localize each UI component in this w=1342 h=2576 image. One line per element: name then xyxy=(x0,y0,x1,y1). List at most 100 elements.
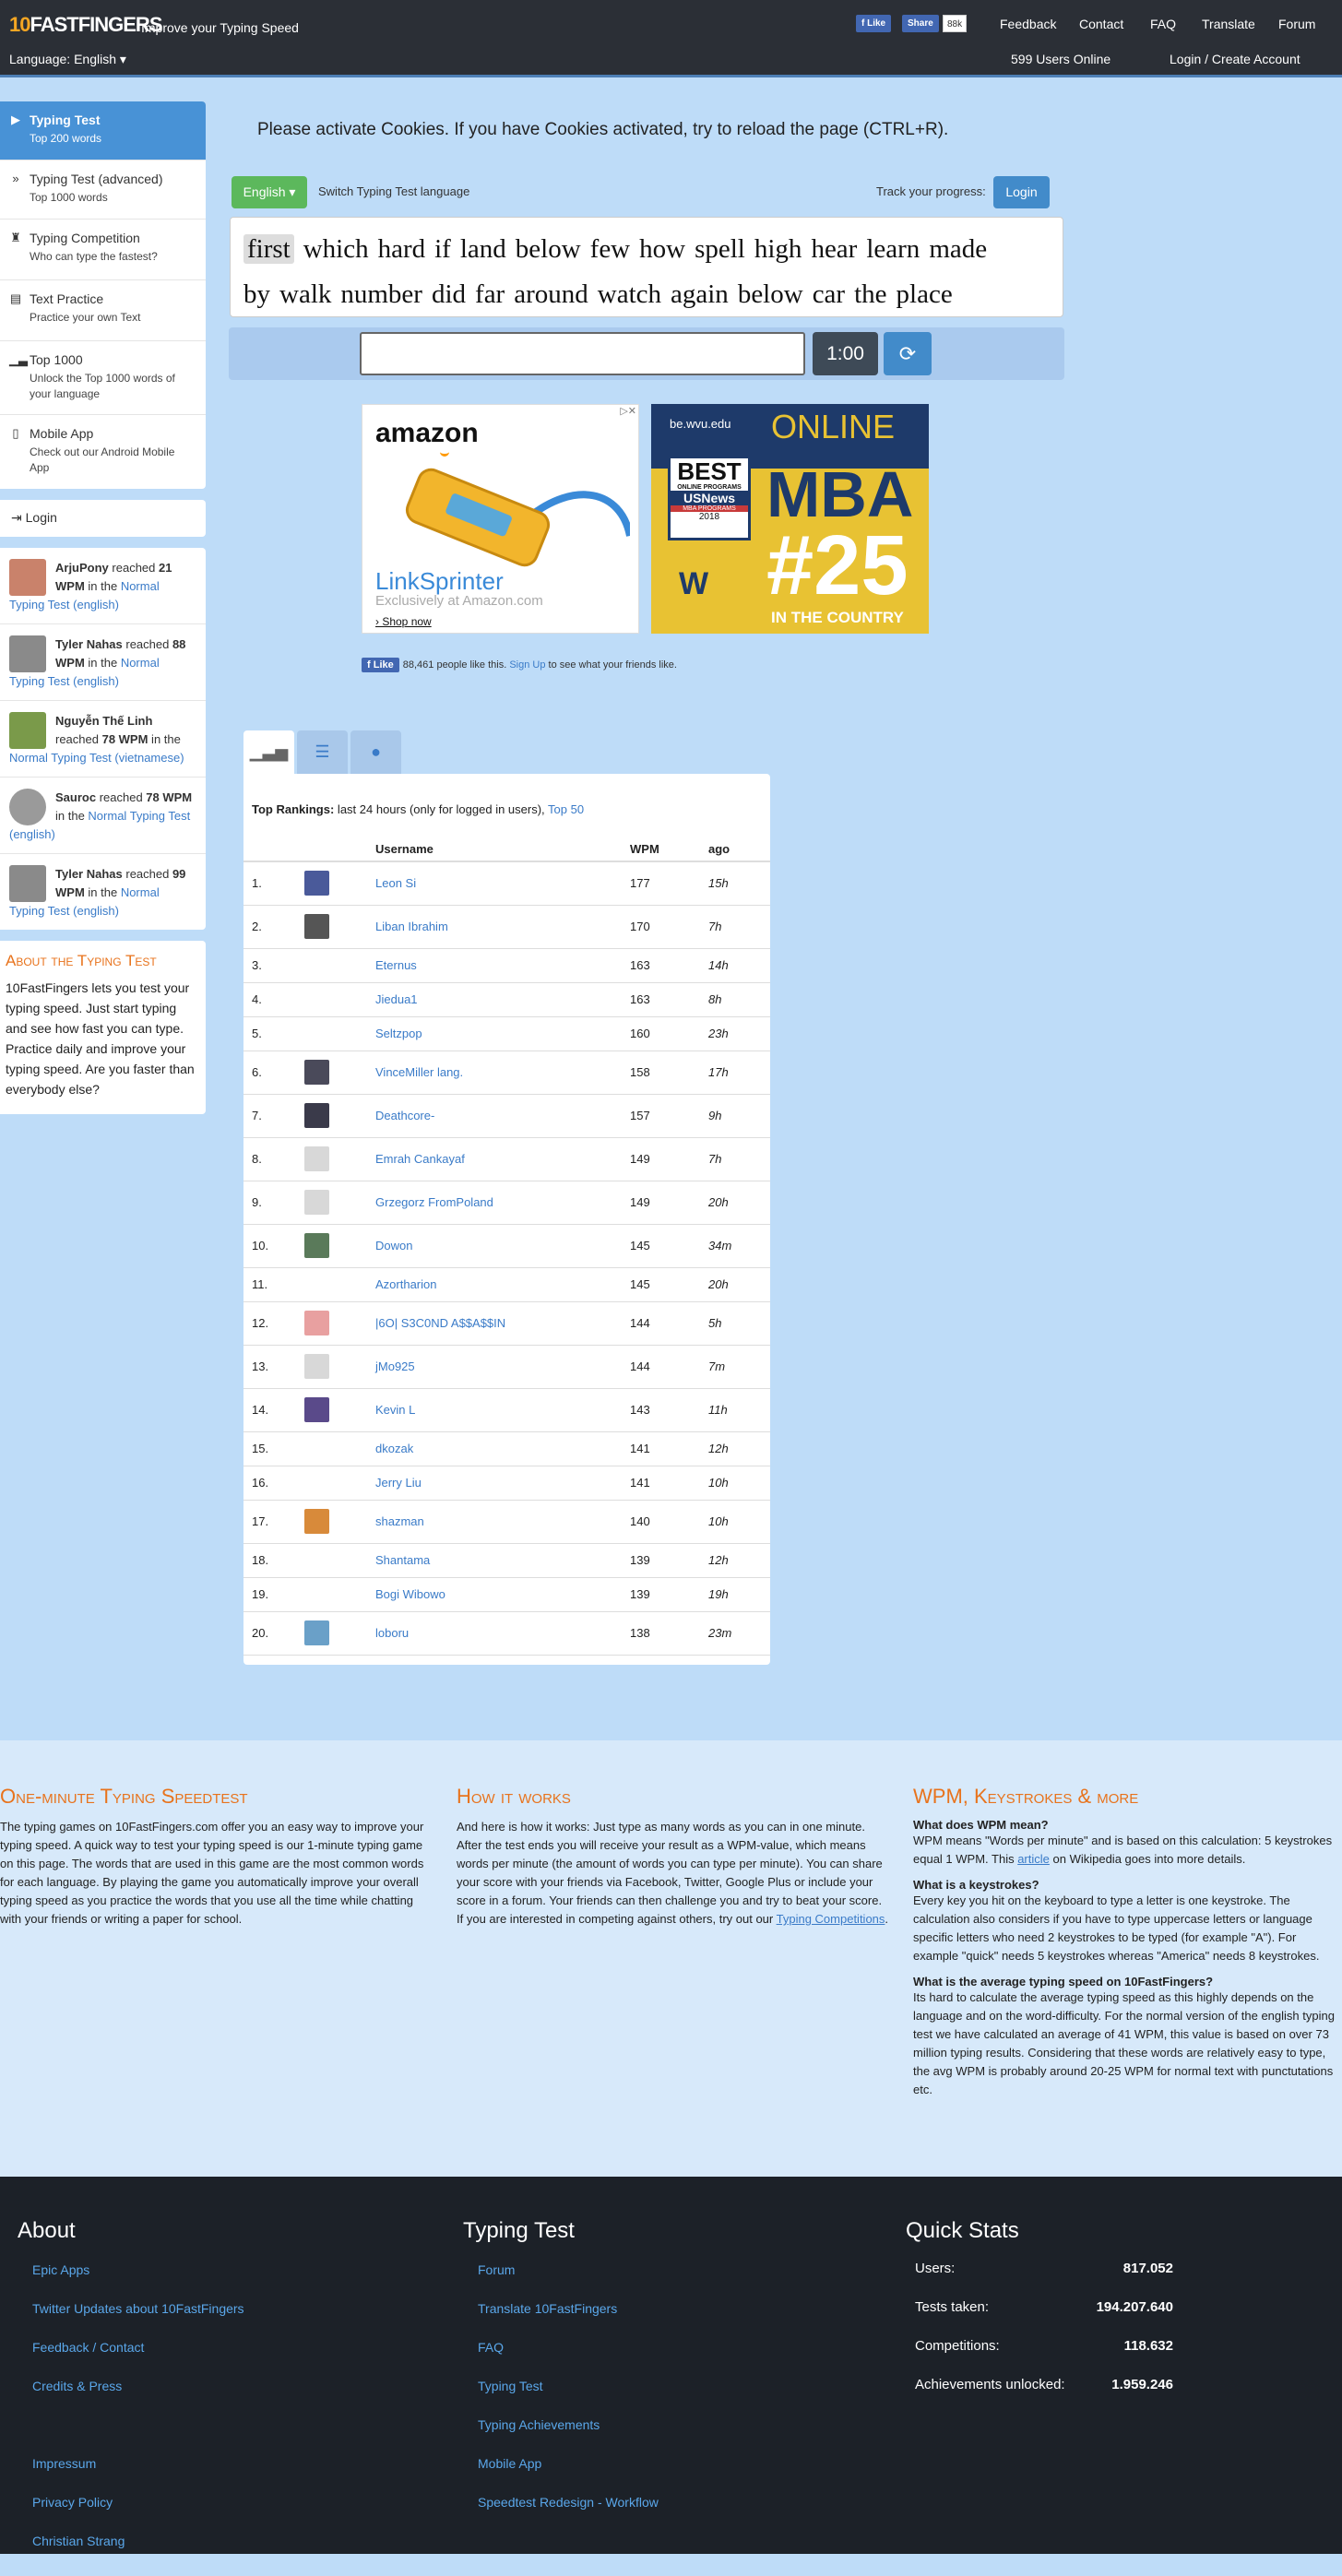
ago-cell: 17h xyxy=(708,1051,770,1095)
stat-competitions: Competitions: 118.632 xyxy=(915,2338,1173,2354)
footer-link[interactable]: Typing Test xyxy=(478,2377,869,2416)
tab-globe[interactable]: ● xyxy=(350,730,401,774)
user-link[interactable]: VinceMiller lang. xyxy=(375,1065,463,1079)
logo[interactable]: 10FASTFINGERS xyxy=(9,13,163,37)
footer-link[interactable]: Translate 10FastFingers xyxy=(478,2299,869,2338)
avatar xyxy=(304,871,329,896)
bar-chart-icon: ▁▃▅ xyxy=(249,742,289,761)
ago-cell: 9h xyxy=(708,1094,770,1138)
trophy-icon: ♜ xyxy=(10,231,21,244)
sidebar-item-text-practice[interactable]: ▤ Text Practice Practice your own Text xyxy=(0,280,206,341)
sidebar-item-typing-test[interactable]: ▶ Typing Test Top 200 words xyxy=(0,101,206,160)
user-link[interactable]: Azortharion xyxy=(375,1277,436,1291)
table-row: 6. VinceMiller lang. 158 17h xyxy=(243,1051,770,1095)
rankings-table: Username WPM ago 1. Leon Si 177 15h 2. Liban … xyxy=(243,837,770,1656)
user-link[interactable]: Seltzpop xyxy=(375,1027,422,1040)
reset-button[interactable]: ⟳ xyxy=(884,332,932,375)
word: by xyxy=(243,279,270,309)
fb-like-small-button[interactable]: f Like xyxy=(362,658,399,672)
user-link[interactable]: Emrah Cankayaf xyxy=(375,1152,465,1166)
user-link[interactable]: Grzegorz FromPoland xyxy=(375,1195,493,1209)
table-row: 7. Deathcore- 157 9h xyxy=(243,1094,770,1138)
user-link[interactable]: Liban Ibrahim xyxy=(375,920,448,933)
sidebar-item-top-1000[interactable]: ▁▃ Top 1000 Unlock the Top 1000 words of… xyxy=(0,341,206,415)
tab-rankings[interactable]: ▁▃▅ xyxy=(243,730,294,774)
footer-link[interactable]: FAQ xyxy=(478,2338,869,2377)
footer-link[interactable]: Forum xyxy=(478,2261,869,2299)
wpm-cell: 158 xyxy=(630,1051,708,1095)
user-link[interactable]: jMo925 xyxy=(375,1359,415,1373)
play-icon: ▶ xyxy=(11,113,20,126)
avatar-cell xyxy=(304,1577,375,1612)
word: hear xyxy=(811,234,858,264)
tab-list[interactable]: ☰ xyxy=(297,730,348,774)
footer-link[interactable]: Twitter Updates about 10FastFingers xyxy=(32,2299,423,2338)
sidebar-item-typing-test-advanced[interactable]: » Typing Test (advanced) Top 1000 words xyxy=(0,160,206,220)
word-display: first which hard if land below few how spell high… xyxy=(230,217,1063,317)
footer-link[interactable]: Privacy Policy xyxy=(32,2493,423,2532)
user-link[interactable]: Shantama xyxy=(375,1553,430,1567)
user-link[interactable]: Eternus xyxy=(375,958,417,972)
track-progress-label: Track your progress: xyxy=(876,184,986,198)
word: the xyxy=(854,279,887,309)
info-col-speedtest: One-minute Typing Speedtest The typing g… xyxy=(0,1785,424,1926)
nav-forum[interactable]: Forum xyxy=(1278,17,1315,31)
language-selector[interactable]: Language: English ▾ xyxy=(9,52,126,67)
login-button[interactable]: Login xyxy=(993,176,1050,208)
rank-cell: 10. xyxy=(243,1224,304,1268)
nav-faq[interactable]: FAQ xyxy=(1150,17,1176,31)
user-link[interactable]: Jiedua1 xyxy=(375,992,418,1006)
footer-link[interactable]: Epic Apps xyxy=(32,2261,423,2299)
rankings-header: Top Rankings: last 24 hours (only for lo… xyxy=(252,802,585,816)
word: which xyxy=(303,234,369,264)
ad-wvu-mba[interactable]: ▷✕ be.wvu.edu ONLINE BEST ONLINE PROGRAM… xyxy=(651,404,929,634)
sidebar-item-typing-competition[interactable]: ♜ Typing Competition Who can type the fa… xyxy=(0,220,206,280)
typing-input[interactable] xyxy=(360,332,805,375)
info-col-how-it-works: How it works And here is how it works: J… xyxy=(457,1785,889,1926)
rankings-panel: Top Rankings: last 24 hours (only for lo… xyxy=(243,774,770,1665)
user-link[interactable]: loboru xyxy=(375,1626,409,1640)
fb-signup-link[interactable]: Sign Up xyxy=(509,659,545,671)
login-create-account-link[interactable]: Login / Create Account xyxy=(1170,52,1300,66)
user-link[interactable]: Deathcore- xyxy=(375,1109,434,1122)
language-button[interactable]: English ▾ xyxy=(232,176,307,208)
user-link[interactable]: dkozak xyxy=(375,1442,413,1455)
user-link[interactable]: Bogi Wibowo xyxy=(375,1587,445,1601)
avatar xyxy=(304,1509,329,1534)
user-link[interactable]: |6O| S3C0ND A$$A$$IN xyxy=(375,1316,505,1330)
sidebar-login[interactable]: ⇥ Login xyxy=(0,500,206,537)
user-link[interactable]: Leon Si xyxy=(375,876,416,890)
ago-cell: 15h xyxy=(708,861,770,906)
ad-domain: be.wvu.edu xyxy=(670,417,731,431)
avatar-cell xyxy=(304,1137,375,1181)
fb-share-button[interactable]: Share xyxy=(902,15,939,32)
top-50-link[interactable]: Top 50 xyxy=(548,802,584,816)
footer-link[interactable]: Speedtest Redesign - Workflow xyxy=(478,2493,869,2532)
username-cell: VinceMiller lang. xyxy=(375,1051,630,1095)
avatar-cell xyxy=(304,1543,375,1578)
user-link[interactable]: Jerry Liu xyxy=(375,1476,422,1490)
feed-link[interactable]: Normal Typing Test (vietnamese) xyxy=(9,751,184,765)
ad-amazon[interactable]: ▷✕ amazon LinkSprinter Exclusively at Am… xyxy=(362,404,639,634)
ad-choices-icon[interactable]: ▷✕ xyxy=(620,405,636,417)
fb-like-button[interactable]: f Like xyxy=(856,15,892,32)
wikipedia-article-link[interactable]: article xyxy=(1017,1852,1050,1866)
user-link[interactable]: Kevin L xyxy=(375,1403,415,1417)
feed-item: Tyler Nahas reached 99 WPM in the Normal… xyxy=(9,865,186,918)
user-link[interactable]: Dowon xyxy=(375,1239,412,1252)
footer-link[interactable]: Typing Achievements xyxy=(478,2416,869,2454)
footer-link[interactable]: Impressum xyxy=(32,2454,423,2493)
shop-now-link[interactable]: › Shop now xyxy=(375,615,432,628)
username-cell: shazman xyxy=(375,1500,630,1544)
nav-translate[interactable]: Translate xyxy=(1202,17,1255,31)
rank-cell: 18. xyxy=(243,1543,304,1578)
footer-link[interactable]: Credits & Press xyxy=(32,2377,423,2416)
user-link[interactable]: shazman xyxy=(375,1514,424,1528)
nav-contact[interactable]: Contact xyxy=(1079,17,1123,31)
typing-competitions-link[interactable]: Typing Competitions xyxy=(777,1912,885,1926)
footer-link[interactable]: Feedback / Contact xyxy=(32,2338,423,2377)
footer-link[interactable]: Mobile App xyxy=(478,2454,869,2493)
word: made xyxy=(929,234,988,264)
sidebar-item-mobile-app[interactable]: ▯ Mobile App Check out our Android Mobil… xyxy=(0,415,206,489)
nav-feedback[interactable]: Feedback xyxy=(1000,17,1056,31)
